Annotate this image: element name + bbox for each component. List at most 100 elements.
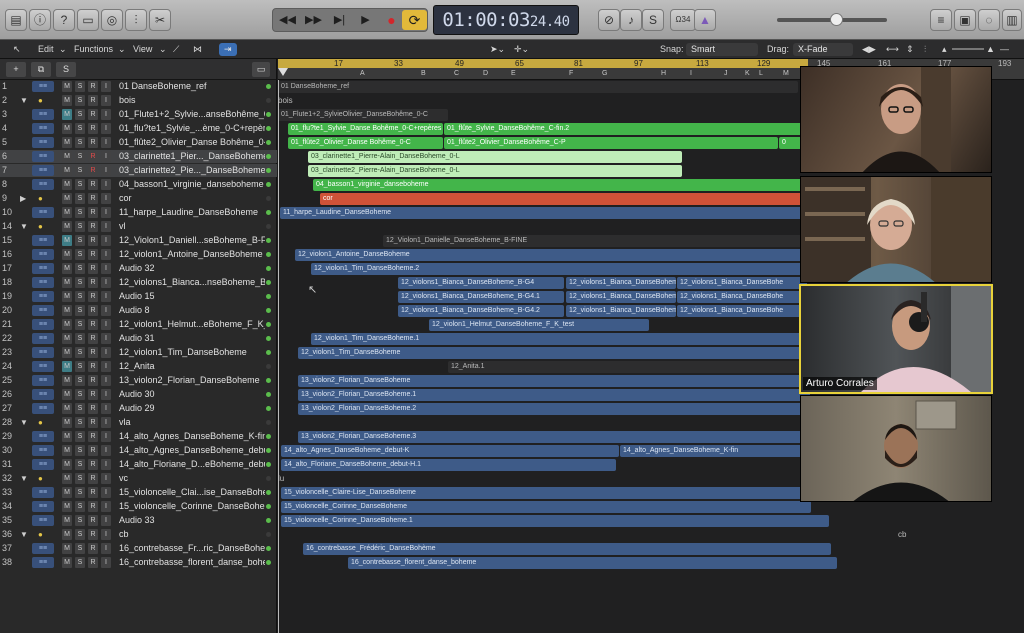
track-name[interactable]: Audio 8 bbox=[119, 304, 265, 317]
track-record-button[interactable]: R bbox=[88, 151, 98, 162]
track-input-button[interactable]: I bbox=[101, 557, 111, 568]
track-solo-button[interactable]: S bbox=[75, 151, 85, 162]
audio-region[interactable]: 15_violoncelle_Claire-Lise_DanseBoheme bbox=[281, 487, 811, 499]
track-solo-button[interactable]: S bbox=[75, 501, 85, 512]
back-arrow-icon[interactable]: ↖ bbox=[13, 44, 21, 55]
playhead-icon[interactable] bbox=[278, 68, 288, 76]
track-mute-button[interactable]: M bbox=[62, 557, 72, 568]
track-record-button[interactable]: R bbox=[88, 81, 98, 92]
audio-region[interactable]: 01_flu?te1_Sylvie_Danse Bohême_0-C+repèr… bbox=[288, 123, 443, 135]
audio-region[interactable]: 12_violons1_Bianca_DanseBohe bbox=[677, 291, 807, 303]
track-name[interactable]: vl bbox=[119, 220, 265, 233]
track-solo-button[interactable]: S bbox=[75, 291, 85, 302]
audio-region[interactable]: cor bbox=[320, 193, 810, 205]
track-mute-button[interactable]: M bbox=[62, 151, 72, 162]
track-mute-button[interactable]: M bbox=[62, 529, 72, 540]
disclosure-triangle-icon[interactable]: ▼ bbox=[20, 220, 28, 233]
track-solo-button[interactable]: S bbox=[75, 81, 85, 92]
track-input-button[interactable]: I bbox=[101, 473, 111, 484]
track-name[interactable]: 14_alto_Floriane_D...eBoheme_debut-H bbox=[119, 458, 265, 471]
track-record-button[interactable]: R bbox=[88, 361, 98, 372]
track-name[interactable]: 14_alto_Agnes_DanseBoheme_K-fin bbox=[119, 430, 265, 443]
track-name[interactable]: 03_clarinette2_Pie..._DanseBoheme_0 bbox=[119, 164, 265, 177]
go-to-start-icon[interactable]: ▶| bbox=[327, 10, 352, 30]
track-mute-button[interactable]: M bbox=[62, 109, 72, 120]
waveform-zoom-icon[interactable]: ⫶ bbox=[924, 44, 926, 55]
track-solo-button[interactable]: S bbox=[75, 403, 85, 414]
track-solo-button[interactable]: S bbox=[75, 305, 85, 316]
track-row[interactable]: 37 ≡≡ M S R I 16_contrebasse_Fr...ric_DanseBoh… bbox=[0, 542, 277, 555]
track-name[interactable]: 03_clarinette1_Pier..._DanseBoheme_0 bbox=[119, 150, 265, 163]
drag-select[interactable]: X-Fade bbox=[793, 43, 853, 56]
track-solo-button[interactable]: S bbox=[75, 515, 85, 526]
track-mute-button[interactable]: M bbox=[62, 417, 72, 428]
marker-label[interactable]: M bbox=[783, 70, 789, 77]
marker-label[interactable]: D bbox=[483, 70, 488, 77]
track-record-button[interactable]: R bbox=[88, 305, 98, 316]
track-mute-button[interactable]: M bbox=[62, 123, 72, 134]
video-tile-2[interactable] bbox=[800, 176, 992, 283]
track-input-button[interactable]: I bbox=[101, 179, 111, 190]
track-name[interactable]: 01_flu?te1_Sylvie_...ème_0-C+repères bbox=[119, 122, 265, 135]
audio-region[interactable]: 12_Anita.1 bbox=[448, 361, 808, 373]
count-in-display[interactable]: Ω34 bbox=[670, 9, 696, 31]
audio-region[interactable]: 15_violoncelle_Corinne_DanseBoheme.1 bbox=[281, 515, 829, 527]
track-solo-button[interactable]: S bbox=[75, 445, 85, 456]
track-row[interactable]: 27 ≡≡ M S R I Audio 29 bbox=[0, 402, 277, 415]
track-solo-button[interactable]: S bbox=[75, 389, 85, 400]
track-input-button[interactable]: I bbox=[101, 347, 111, 358]
track-row[interactable]: 5 ≡≡ M S R I 01_flûte2_Olivier_Danse Bohême_0-… bbox=[0, 136, 277, 149]
track-record-button[interactable]: R bbox=[88, 263, 98, 274]
track-mute-button[interactable]: M bbox=[62, 375, 72, 386]
functions-menu[interactable]: Functions bbox=[74, 44, 113, 54]
zoom-out-horizontal-icon[interactable]: ◀▶ bbox=[862, 44, 876, 55]
track-name[interactable]: 01_flûte2_Olivier_Danse Bohême_0-C bbox=[119, 136, 265, 149]
audio-region[interactable]: 12_violon1_Antoine_DanseBoheme bbox=[295, 249, 810, 261]
flex-icon[interactable]: ⋈ bbox=[193, 44, 202, 55]
track-record-button[interactable]: R bbox=[88, 333, 98, 344]
track-row[interactable]: 30 ≡≡ M S R I 14_alto_Agnes_DanseBoheme_debut-… bbox=[0, 444, 277, 457]
track-row[interactable]: 9 ▶ ● M S R Icor bbox=[0, 192, 277, 205]
track-solo-button[interactable]: S bbox=[75, 487, 85, 498]
library-icon[interactable]: ▤ bbox=[5, 9, 27, 31]
track-row[interactable]: 16 ≡≡ M S R I 12_violon1_Antoine_DanseBoheme bbox=[0, 248, 277, 261]
track-name[interactable]: 16_contrebasse_Fr...ric_DanseBoheme bbox=[119, 542, 265, 555]
track-solo-button[interactable]: S bbox=[75, 319, 85, 330]
track-input-button[interactable]: I bbox=[101, 123, 111, 134]
track-input-button[interactable]: I bbox=[101, 361, 111, 372]
duplicate-track-button[interactable]: ⧉ bbox=[31, 62, 51, 77]
track-name[interactable]: 12_violon1_Antoine_DanseBoheme bbox=[119, 248, 265, 261]
audio-region[interactable]: 12_violons1_Bianca_DanseBoheme_B-G4.2 bbox=[398, 305, 564, 317]
track-mute-button[interactable]: M bbox=[62, 515, 72, 526]
track-record-button[interactable]: R bbox=[88, 515, 98, 526]
track-row[interactable]: 3 ≡≡ M S R I 01_Flute1+2_Sylvie...anseBohême_0… bbox=[0, 108, 277, 121]
track-name[interactable]: 12_violon1_Helmut...eBoheme_F_K_test bbox=[119, 318, 265, 331]
track-row[interactable]: 35 ≡≡ M S R I Audio 33 bbox=[0, 514, 277, 527]
replace-icon[interactable]: ⊘ bbox=[598, 9, 620, 31]
toolbar-icon[interactable]: ▭ bbox=[77, 9, 99, 31]
track-record-button[interactable]: R bbox=[88, 543, 98, 554]
track-row[interactable]: 7 ≡≡ M S R I 03_clarinette2_Pie..._DanseBoheme… bbox=[0, 164, 277, 177]
track-mute-button[interactable]: M bbox=[62, 389, 72, 400]
snap-select[interactable]: Smart bbox=[686, 43, 758, 56]
track-name[interactable]: vla bbox=[119, 416, 265, 429]
track-name[interactable]: 01_Flute1+2_Sylvie...anseBohême_0-C bbox=[119, 108, 265, 121]
track-input-button[interactable]: I bbox=[101, 543, 111, 554]
track-record-button[interactable]: R bbox=[88, 529, 98, 540]
disclosure-triangle-icon[interactable]: ▼ bbox=[20, 416, 28, 429]
track-mute-button[interactable]: M bbox=[62, 347, 72, 358]
audio-region[interactable]: 13_violon2_Florian_DanseBoheme.1 bbox=[298, 389, 810, 401]
tuner-icon[interactable]: ♪ bbox=[620, 9, 642, 31]
track-solo-button[interactable]: S bbox=[75, 361, 85, 372]
audio-region[interactable]: 12_violons1_Bianca_DanseBoheme_B-G4.1 bbox=[398, 291, 564, 303]
audio-region[interactable]: 13_violon2_Florian_DanseBoheme bbox=[298, 375, 810, 387]
track-name[interactable]: Audio 32 bbox=[119, 262, 265, 275]
track-input-button[interactable]: I bbox=[101, 333, 111, 344]
track-mute-button[interactable]: M bbox=[62, 459, 72, 470]
audio-region[interactable]: 11_harpe_Laudine_DanseBoheme bbox=[280, 207, 810, 219]
track-row[interactable]: 20 ≡≡ M S R I Audio 8 bbox=[0, 304, 277, 317]
list-editors-icon[interactable]: ≡ bbox=[930, 9, 952, 31]
track-row[interactable]: 2 ▼ ● M S R Ibois bbox=[0, 94, 277, 107]
track-record-button[interactable]: R bbox=[88, 403, 98, 414]
catch-icon[interactable]: ⇥ bbox=[219, 43, 237, 56]
